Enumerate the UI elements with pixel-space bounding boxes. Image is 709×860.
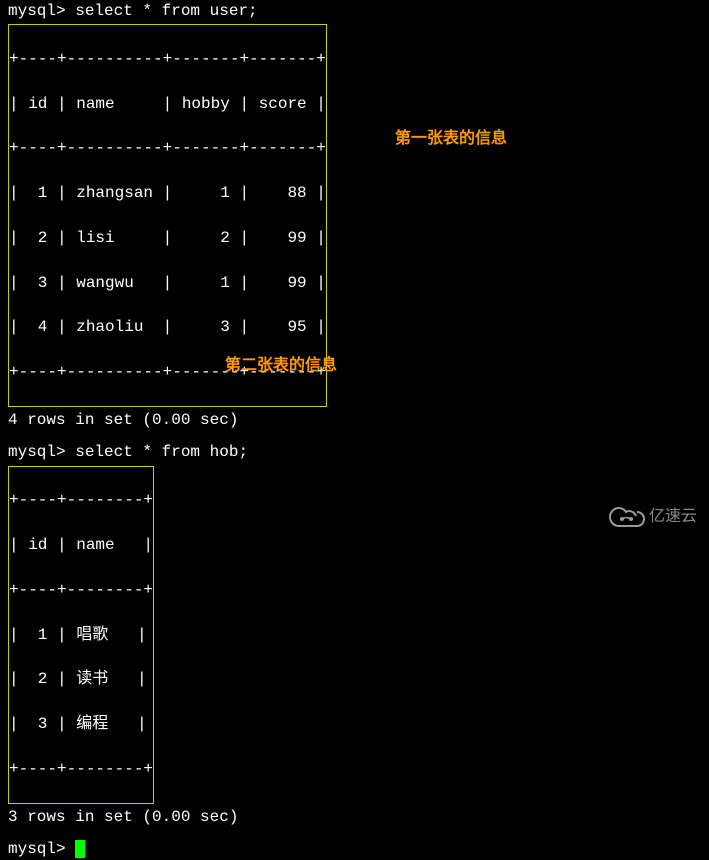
query1-result: 4 rows in set (0.00 sec) [8,409,701,431]
mysql-prompt: mysql> [8,840,75,858]
table2-row: | 3 | 编程 | [9,713,153,735]
table2-row: | 2 | 读书 | [9,668,153,690]
query2-line: mysql> select * from hob; [8,441,701,463]
watermark-logo: 亿速云 [609,506,697,528]
sql-command: select * from hob; [66,443,248,461]
annotation-table2: 第二张表的信息 [225,355,337,377]
table2-row: | 1 | 唱歌 | [9,624,153,646]
cloud-icon [609,506,645,528]
query2-result: 3 rows in set (0.00 sec) [8,806,701,828]
mysql-prompt: mysql> [8,2,66,20]
table1-row: | 1 | zhangsan | 1 | 88 | [9,182,326,204]
table1-border-mid: +----+----------+-------+-------+ [9,137,326,159]
table2-border-top: +----+--------+ [9,489,153,511]
table1-row: | 3 | wangwu | 1 | 99 | [9,272,326,294]
cursor-icon [75,840,85,858]
table2-frame: +----+--------+ | id | name | +----+----… [8,466,154,804]
table2-border-bot: +----+--------+ [9,758,153,780]
table1-header: | id | name | hobby | score | [9,93,326,115]
table1-frame: +----+----------+-------+-------+ | id |… [8,24,327,407]
table2-border-mid: +----+--------+ [9,579,153,601]
query1-line: mysql> select * from user; [8,0,701,22]
prompt3-line[interactable]: mysql> [8,838,701,860]
table1-row: | 4 | zhaoliu | 3 | 95 | [9,316,326,338]
table1-border-top: +----+----------+-------+-------+ [9,48,326,70]
table2-header: | id | name | [9,534,153,556]
mysql-prompt: mysql> [8,443,66,461]
sql-command: select * from user; [66,2,258,20]
table1-row: | 2 | lisi | 2 | 99 | [9,227,326,249]
logo-text: 亿速云 [649,506,697,528]
annotation-table1: 第一张表的信息 [395,128,507,150]
